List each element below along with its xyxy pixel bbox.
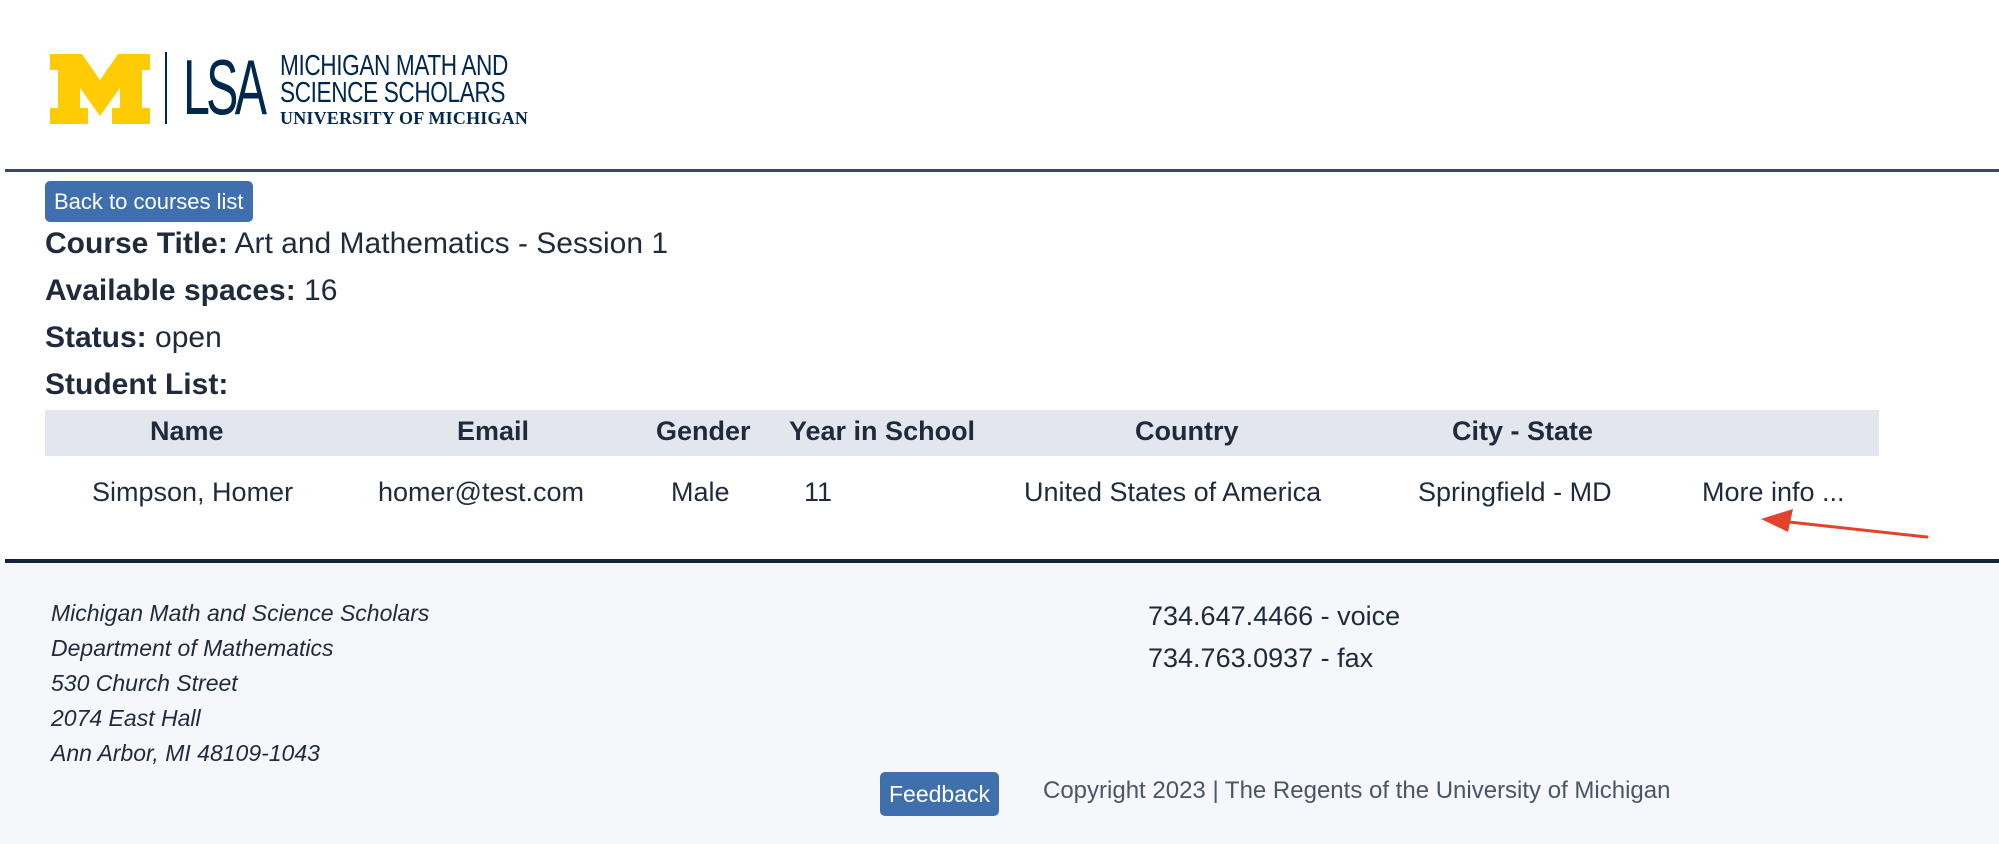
logo-divider (165, 52, 167, 124)
address-line: 530 Church Street (51, 670, 238, 696)
column-header-year: Year in School (789, 416, 976, 446)
block-m-logo-icon (50, 54, 150, 124)
logo-program-line2: SCIENCE SCHOLARS (280, 77, 506, 109)
column-header-city-state: City - State (1452, 416, 1594, 446)
course-title-value: Art and Mathematics - Session 1 (234, 227, 669, 260)
cell-city-state: Springfield - MD (1418, 477, 1612, 507)
more-info-link[interactable]: More info ... (1702, 477, 1845, 508)
status-value: open (155, 321, 222, 354)
logo-university-line: UNIVERSITY OF MICHIGAN (280, 108, 529, 128)
cell-country: United States of America (1024, 477, 1322, 507)
cell-gender: Male (671, 477, 730, 507)
phone-voice: 734.647.4466 - voice (1148, 601, 1401, 631)
course-title: Course Title: Art and Mathematics - Sess… (45, 227, 668, 261)
phone-fax: 734.763.0937 - fax (1148, 643, 1374, 673)
course-status: Status: open (45, 321, 222, 355)
address-line: Department of Mathematics (51, 635, 334, 661)
header-divider (5, 169, 1999, 172)
available-spaces-value: 16 (304, 274, 338, 307)
column-header-gender: Gender (656, 416, 751, 446)
column-header-country: Country (1135, 416, 1239, 446)
address-line: Ann Arbor, MI 48109-1043 (51, 740, 320, 766)
feedback-button[interactable]: Feedback (880, 772, 1000, 816)
page: LSA MICHIGAN MATH AND SCIENCE SCHOLARS U… (0, 0, 1999, 844)
student-list-heading: Student List: (45, 368, 229, 401)
arrow-icon (1761, 509, 1929, 539)
status-label: Status: (45, 321, 147, 354)
cell-email: homer@test.com (378, 477, 584, 507)
available-spaces-label: Available spaces: (45, 274, 296, 307)
cell-name: Simpson, Homer (92, 477, 294, 507)
address-line: 2074 East Hall (51, 705, 201, 731)
site-header: LSA MICHIGAN MATH AND SCIENCE SCHOLARS U… (0, 0, 1999, 170)
address-line: Michigan Math and Science Scholars (51, 600, 430, 626)
back-to-courses-button[interactable]: Back to courses list (45, 181, 253, 222)
available-spaces: Available spaces: 16 (45, 274, 337, 308)
course-title-label: Course Title: (45, 227, 228, 260)
column-header-name: Name (150, 416, 224, 446)
copyright-text: Copyright 2023 | The Regents of the Univ… (1043, 777, 1671, 804)
column-header-email: Email (457, 416, 530, 446)
logo-lsa-text: LSA (183, 43, 267, 131)
cell-year: 11 (804, 477, 833, 507)
